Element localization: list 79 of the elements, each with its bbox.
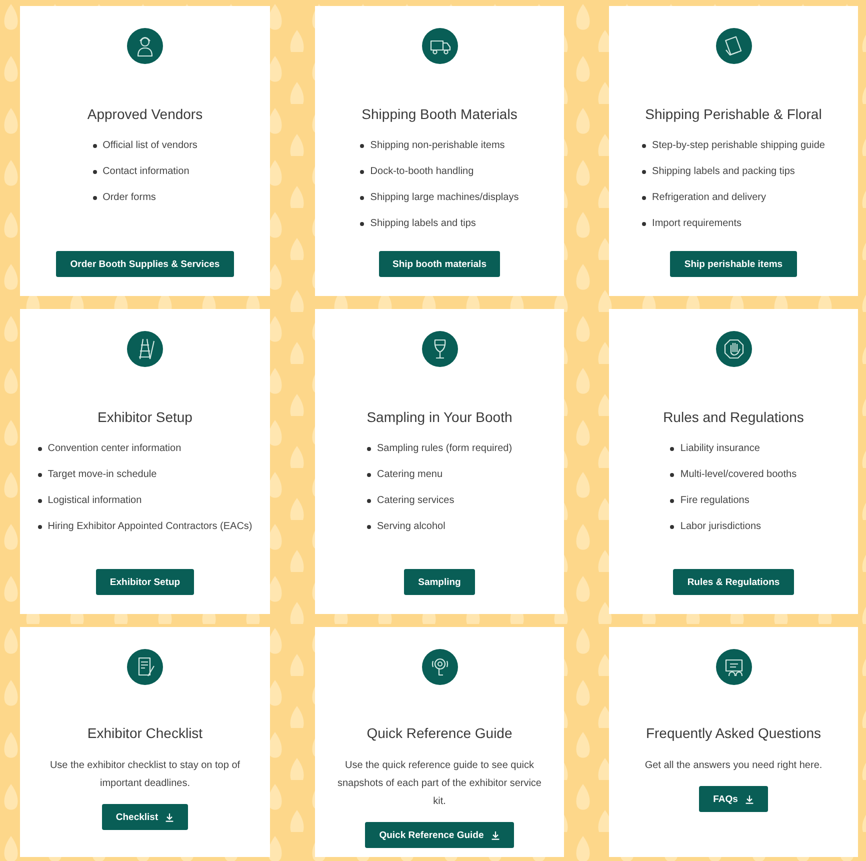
- list-item: Refrigeration and delivery: [652, 192, 766, 204]
- list-item: Serving alcohol: [376, 521, 446, 533]
- download-icon: [744, 794, 754, 804]
- card-title: Exhibitor Setup: [98, 409, 192, 425]
- download-icon: [490, 830, 500, 840]
- list-item: Fire regulations: [680, 495, 750, 507]
- card-button[interactable]: FAQs: [699, 786, 768, 812]
- list-item: Hiring Exhibitor Appointed Contractors (EACs): [48, 521, 252, 533]
- bullet-icon: [642, 222, 646, 226]
- card-title: Shipping Booth Materials: [362, 106, 518, 122]
- card-button[interactable]: Rules & Regulations: [673, 569, 794, 595]
- bullet-icon: [642, 196, 646, 200]
- bullet-icon: [642, 170, 646, 174]
- card-title: Sampling in Your Booth: [366, 409, 512, 425]
- card-title: Approved Vendors: [87, 106, 203, 122]
- topic-icon: [127, 28, 163, 64]
- bullet-icon: [38, 447, 42, 451]
- bullet-icon: [360, 196, 364, 200]
- card-title: Exhibitor Checklist: [87, 725, 203, 741]
- topic-icon: [422, 331, 458, 367]
- list-item: Convention center information: [48, 443, 182, 455]
- topic-icon: [716, 649, 752, 685]
- bullet-icon: [670, 499, 674, 503]
- bullet-icon: [38, 473, 42, 477]
- bullet-icon: [360, 222, 364, 226]
- topic-icon: [127, 649, 163, 685]
- card-button[interactable]: Sampling: [404, 569, 475, 595]
- card-description: Use the exhibitor checklist to stay on top of important deadlines.: [48, 759, 242, 791]
- list-item: Liability insurance: [680, 443, 760, 455]
- bullet-icon: [38, 499, 42, 503]
- list-item: Catering menu: [376, 469, 443, 481]
- card-button[interactable]: Ship booth materials: [378, 251, 500, 277]
- card-button[interactable]: Exhibitor Setup: [96, 569, 194, 595]
- card-title: Shipping Perishable & Floral: [645, 106, 822, 122]
- bullet-icon: [92, 170, 97, 174]
- bullet-icon: [366, 499, 371, 503]
- bullet-icon: [670, 525, 674, 529]
- card-button[interactable]: Checklist: [102, 804, 188, 830]
- list-item: Official list of vendors: [102, 140, 198, 152]
- card-description: Get all the answers you need right here.: [644, 759, 822, 773]
- topic-icon: [716, 28, 752, 64]
- card-title: Rules and Regulations: [663, 409, 804, 425]
- card-title: Quick Reference Guide: [366, 725, 512, 741]
- bullet-icon: [366, 473, 371, 477]
- download-icon: [165, 812, 174, 822]
- bullet-icon: [92, 196, 97, 200]
- card-description: Use the quick reference guide to see quick snapshots of each part of the exhibitor service kit.: [336, 759, 542, 809]
- bullet-icon: [366, 525, 371, 529]
- bullet-icon: [366, 447, 371, 451]
- list-item: Contact information: [102, 166, 190, 178]
- bullet-icon: [642, 144, 646, 148]
- bullet-icon: [670, 447, 674, 451]
- list-item: Logistical information: [48, 495, 142, 507]
- list-item: Target move-in schedule: [48, 469, 157, 481]
- topic-icon: [422, 28, 458, 64]
- card-button[interactable]: Quick Reference Guide: [365, 822, 514, 848]
- list-item: Dock-to-booth handling: [370, 166, 474, 178]
- list-item: Import requirements: [652, 218, 742, 230]
- bullet-icon: [38, 525, 42, 529]
- bullet-icon: [360, 144, 364, 148]
- list-item: Shipping large machines/displays: [370, 192, 519, 204]
- list-item: Step-by-step perishable shipping guide: [652, 140, 825, 152]
- list-item: Order forms: [102, 192, 156, 204]
- card-button[interactable]: Order Booth Supplies & Services: [56, 251, 234, 277]
- list-item: Catering services: [376, 495, 454, 507]
- list-item: Multi-level/covered booths: [680, 469, 797, 481]
- list-item: Sampling rules (form required): [376, 443, 512, 455]
- card-button[interactable]: Ship perishable items: [670, 251, 797, 277]
- topic-icon: [716, 331, 752, 367]
- bullet-icon: [92, 144, 97, 148]
- list-item: Shipping labels and packing tips: [652, 166, 795, 178]
- topic-icon: [127, 331, 163, 367]
- bullet-icon: [670, 473, 674, 477]
- bullet-icon: [360, 170, 364, 174]
- list-item: Shipping labels and tips: [370, 218, 476, 230]
- card-title: Frequently Asked Questions: [646, 725, 822, 741]
- topic-icon: [422, 649, 458, 685]
- list-item: Labor jurisdictions: [680, 521, 762, 533]
- list-item: Shipping non-perishable items: [370, 140, 505, 152]
